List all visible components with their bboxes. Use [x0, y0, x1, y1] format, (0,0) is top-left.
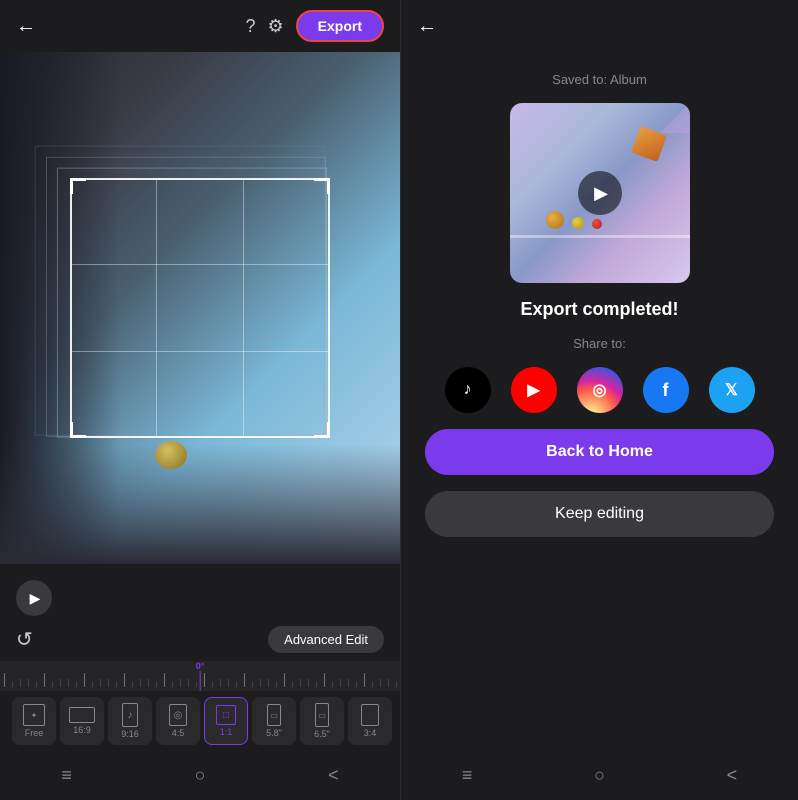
- export-completed-label: Export completed!: [520, 299, 678, 320]
- marker-label: 0°: [196, 661, 205, 671]
- ratio-1-1[interactable]: □ 1:1: [204, 697, 248, 745]
- help-icon[interactable]: ?: [246, 16, 256, 37]
- left-panel: ← ? ⚙ Export ▶: [0, 0, 400, 800]
- left-nav-back[interactable]: <: [308, 759, 359, 792]
- right-nav-menu[interactable]: ≡: [442, 759, 493, 792]
- share-instagram-button[interactable]: ◎: [577, 367, 623, 413]
- ratio-9-16-icon: ♪: [122, 703, 138, 727]
- export-thumbnail[interactable]: ▶: [510, 103, 690, 283]
- right-header: ←: [401, 0, 798, 52]
- left-header: ← ? ⚙ Export: [0, 0, 400, 52]
- saved-to-label: Saved to: Album: [552, 72, 647, 87]
- ratio-3-4-icon: [361, 704, 379, 726]
- twitter-icon: 𝕏: [725, 380, 738, 400]
- ratio-9-16-label: 9:16: [121, 729, 139, 739]
- ratio-buttons-row: ✦ Free 16:9 ♪ 9:16 ◎ 4:5: [0, 691, 400, 751]
- ratio-4-5-label: 4:5: [172, 728, 185, 738]
- share-icons-row: ♪ ▶ ◎ f 𝕏: [445, 367, 755, 413]
- settings-icon[interactable]: ⚙: [268, 16, 284, 37]
- timeline-ruler[interactable]: // Will be generated inline 0°: [0, 661, 400, 691]
- header-left: ←: [16, 11, 44, 42]
- facebook-icon: f: [663, 380, 669, 401]
- ratio-3-4[interactable]: 3:4: [348, 697, 392, 745]
- left-nav-home[interactable]: ○: [175, 759, 226, 792]
- reset-button[interactable]: ↺: [16, 627, 33, 652]
- tiktok-icon: ♪: [464, 381, 472, 399]
- share-twitter-button[interactable]: 𝕏: [709, 367, 755, 413]
- ratio-free-label: Free: [25, 728, 44, 738]
- thumbnail-play-overlay[interactable]: ▶: [578, 171, 622, 215]
- ratio-9-16[interactable]: ♪ 9:16: [108, 697, 152, 745]
- timeline-position-marker: 0°: [196, 661, 205, 691]
- play-button[interactable]: ▶: [16, 580, 52, 616]
- thumb-ball-2: [572, 217, 584, 229]
- play-row: ▶: [0, 574, 400, 622]
- thumbnail-corner-accent: [660, 103, 690, 133]
- left-bottom-nav: ≡ ○ <: [0, 751, 400, 800]
- instagram-icon: ◎: [593, 380, 607, 400]
- ratio-free[interactable]: ✦ Free: [12, 697, 56, 745]
- export-button[interactable]: Export: [296, 10, 384, 42]
- share-to-label: Share to:: [573, 336, 626, 351]
- ratio-4-5-icon: ◎: [169, 704, 187, 726]
- marker-line: [199, 671, 201, 691]
- advanced-edit-button[interactable]: Advanced Edit: [268, 626, 384, 653]
- play-icon: ▶: [30, 590, 41, 607]
- header-right: ? ⚙ Export: [246, 10, 385, 42]
- share-facebook-button[interactable]: f: [643, 367, 689, 413]
- share-youtube-button[interactable]: ▶: [511, 367, 557, 413]
- thumbnail-stripe: [510, 235, 690, 238]
- right-content: Saved to: Album ▶ Export completed! Shar…: [401, 52, 798, 751]
- ratio-6-5[interactable]: ▭ 6.5": [300, 697, 344, 745]
- ratio-16-9-icon: [69, 707, 95, 723]
- video-background: [0, 52, 400, 564]
- ratio-16-9-label: 16:9: [73, 725, 91, 735]
- right-nav-home[interactable]: ○: [574, 759, 625, 792]
- right-back-button[interactable]: ←: [417, 11, 445, 42]
- ruler-container: // Will be generated inline 0°: [0, 661, 400, 691]
- advanced-edit-row: ↺ Advanced Edit: [0, 622, 400, 657]
- ratio-free-icon: ✦: [23, 704, 45, 726]
- youtube-icon: ▶: [527, 380, 539, 400]
- ratio-6-5-label: 6.5": [314, 729, 330, 739]
- ratio-1-1-icon: □: [216, 705, 236, 725]
- ratio-16-9[interactable]: 16:9: [60, 697, 104, 745]
- left-nav-menu[interactable]: ≡: [41, 759, 92, 792]
- ratio-6-5-icon: ▭: [315, 703, 329, 727]
- ratio-5-8-icon: ▭: [267, 704, 281, 726]
- bottom-controls: ▶ ↺ Advanced Edit // Will be generated i…: [0, 564, 400, 800]
- share-tiktok-button[interactable]: ♪: [445, 367, 491, 413]
- ratio-4-5[interactable]: ◎ 4:5: [156, 697, 200, 745]
- thumbnail-play-icon: ▶: [594, 183, 608, 204]
- video-preview: [0, 52, 400, 564]
- right-bottom-nav: ≡ ○ <: [401, 751, 798, 800]
- back-to-home-button[interactable]: Back to Home: [425, 429, 774, 475]
- ball-object: [155, 441, 187, 469]
- ratio-5-8-label: 5.8": [266, 728, 282, 738]
- back-button[interactable]: ←: [16, 11, 44, 42]
- right-nav-back[interactable]: <: [707, 759, 758, 792]
- ratio-5-8[interactable]: ▭ 5.8": [252, 697, 296, 745]
- keep-editing-button[interactable]: Keep editing: [425, 491, 774, 537]
- ratio-1-1-label: 1:1: [220, 727, 233, 737]
- ratio-3-4-label: 3:4: [364, 728, 377, 738]
- thumb-ball-3: [592, 219, 602, 229]
- right-panel: ← Saved to: Album ▶ Export completed!: [400, 0, 798, 800]
- thumb-ball-1: [546, 211, 564, 229]
